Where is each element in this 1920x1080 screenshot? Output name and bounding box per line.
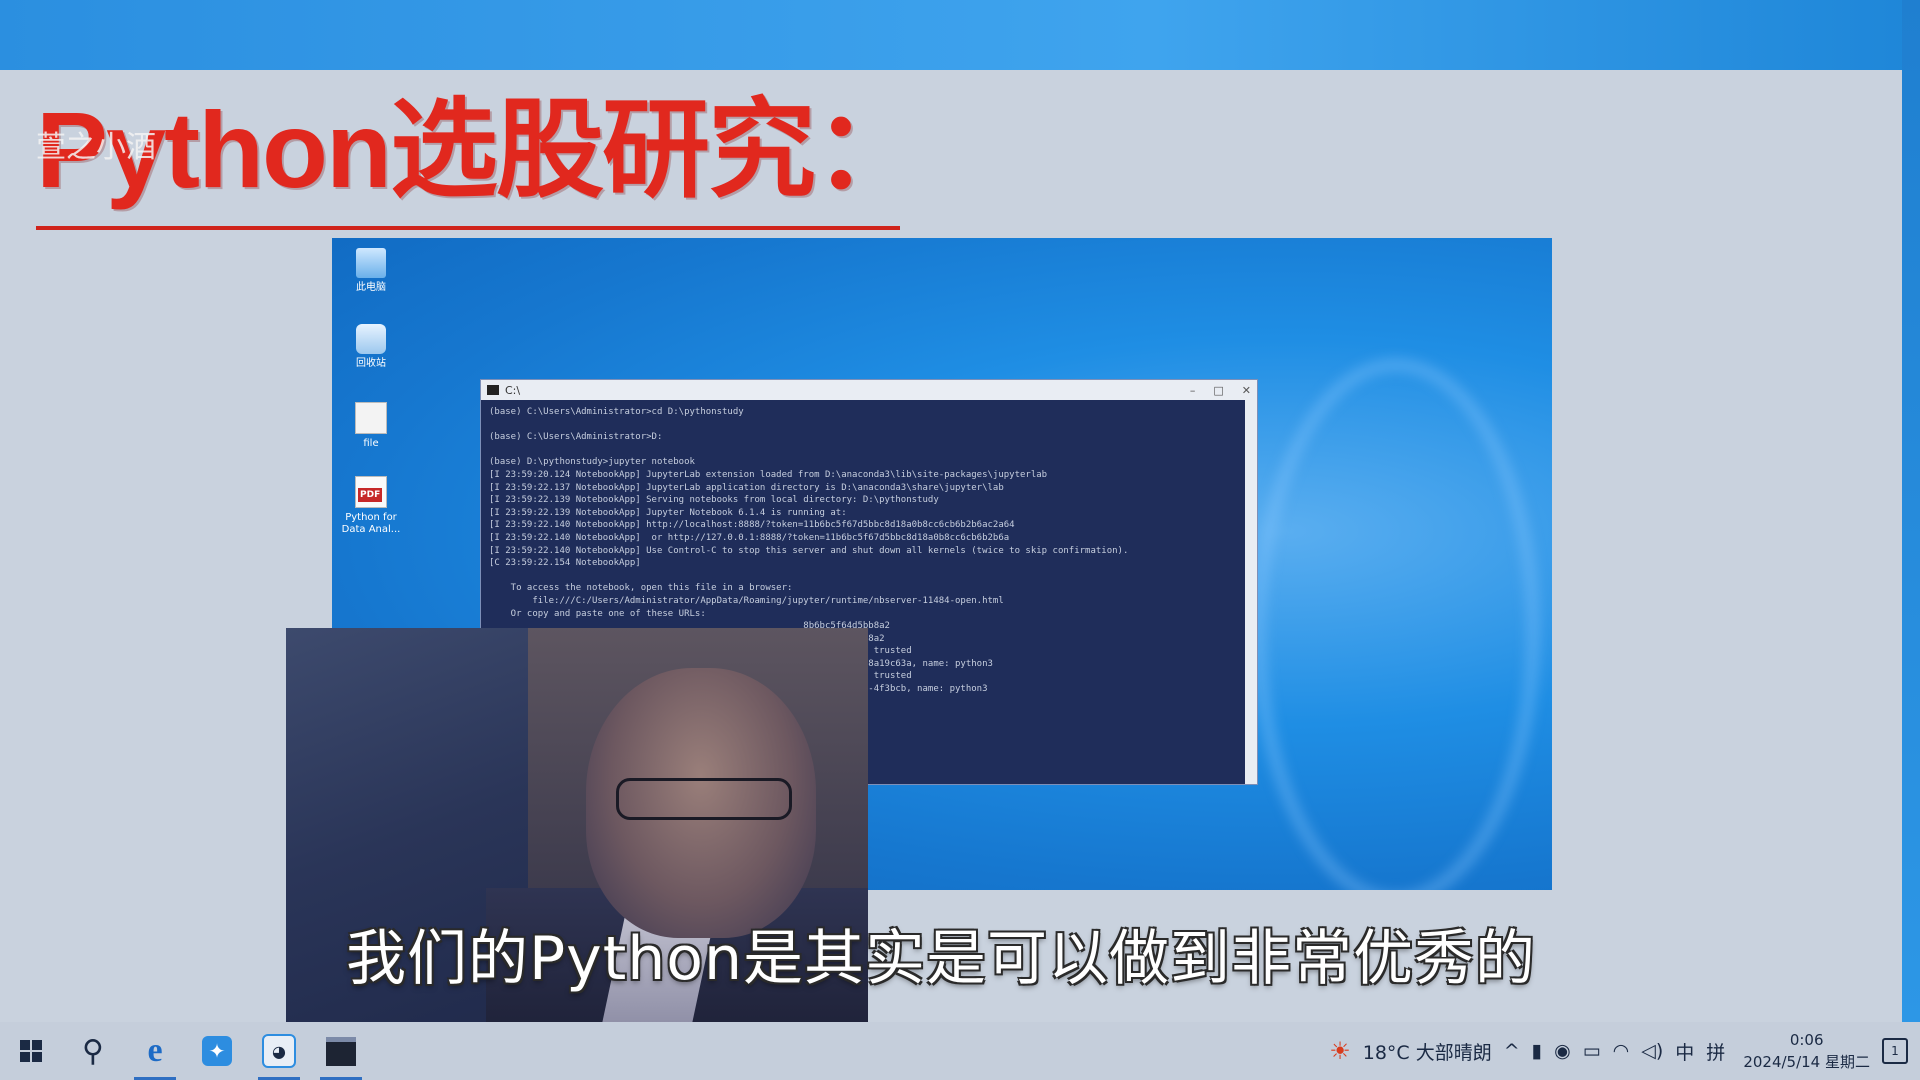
start-button[interactable] [0, 1022, 62, 1080]
wallpaper-glow [1252, 358, 1540, 890]
cmd-line [489, 570, 1249, 583]
cmd-line: (base) C:\Users\Administrator>D: [489, 432, 663, 443]
taskbar-bird-app[interactable]: ✦ [186, 1022, 248, 1080]
terminal-icon [326, 1036, 356, 1066]
ime-mode[interactable]: 拼 [1706, 1038, 1725, 1065]
cmd-line: [I 23:59:22.140 NotebookApp] or http://1… [489, 532, 1010, 543]
document-icon [355, 402, 387, 434]
presenter-glasses [616, 778, 792, 820]
app-tray-icon[interactable]: ◉ [1554, 1040, 1571, 1062]
minimize-icon[interactable]: – [1190, 384, 1196, 397]
system-tray: ☀ 18°C 大部晴朗 ^ ▮ ◉ ▭ ◠ ◁) 中 拼 0:06 2024/5… [1329, 1022, 1920, 1080]
cmd-title: C:\ [505, 383, 521, 397]
notification-count: 1 [1891, 1044, 1899, 1058]
windows-logo-icon [20, 1040, 42, 1062]
computer-icon [356, 248, 386, 278]
slide-title: Python选股研究： [36, 89, 922, 210]
weather-icon[interactable]: ☀ [1329, 1037, 1351, 1065]
battery-icon[interactable]: ▭ [1583, 1040, 1601, 1062]
clock[interactable]: 0:06 2024/5/14 星期二 [1743, 1029, 1870, 1073]
watermark-logo: 萱之小酒 [36, 131, 156, 164]
taskbar-panda-app[interactable]: ◕ [248, 1022, 310, 1080]
search-button[interactable]: ⚲ [62, 1022, 124, 1080]
outer-desktop-edge [1902, 0, 1920, 1022]
cmd-line: (base) D:\pythonstudy>jupyter notebook [489, 457, 695, 468]
bird-app-icon: ✦ [202, 1036, 232, 1066]
desktop-icon-label: Python for Data Anal... [341, 512, 401, 535]
cmd-line: (base) C:\Users\Administrator>cd D:\pyth… [489, 407, 744, 417]
clock-time: 0:06 [1789, 1031, 1824, 1049]
terminal-icon [487, 385, 499, 395]
taskbar-ie[interactable]: e [124, 1022, 186, 1080]
recycle-bin-icon [356, 324, 386, 354]
desktop-icon-file[interactable]: file [340, 402, 402, 450]
chevron-up-icon[interactable]: ^ [1504, 1040, 1520, 1062]
taskbar: ⚲ e ✦ ◕ ☀ 18°C 大部晴朗 ^ ▮ ◉ ▭ ◠ ◁) 中 拼 0:0… [0, 1022, 1920, 1080]
cmd-line: [I 23:59:22.137 NotebookApp] JupyterLab … [489, 482, 1004, 493]
cmd-line: file:///C:/Users/Administrator/AppData/R… [489, 595, 1004, 606]
pdf-icon: PDF [355, 476, 387, 508]
cmd-line: [I 23:59:22.139 NotebookApp] Jupyter Not… [489, 507, 847, 518]
internet-explorer-icon: e [147, 1032, 163, 1069]
desktop-icon-this-pc[interactable]: 此电脑 [340, 248, 402, 294]
cmd-line: [I 23:59:22.140 NotebookApp] Use Control… [489, 545, 1129, 556]
taskbar-cmd[interactable] [310, 1022, 372, 1080]
clock-date: 2024/5/14 星期二 [1743, 1053, 1870, 1071]
cmd-line [489, 419, 1249, 432]
cmd-line: Or copy and paste one of these URLs: [489, 608, 706, 619]
close-icon[interactable]: ✕ [1242, 384, 1251, 397]
cmd-line: [I 23:59:22.140 NotebookApp] http://loca… [489, 520, 1015, 531]
title-underline [36, 226, 900, 230]
microphone-icon[interactable]: ▮ [1532, 1040, 1542, 1062]
ime-language[interactable]: 中 [1675, 1038, 1694, 1065]
desktop-icon-recycle-bin[interactable]: 回收站 [340, 324, 402, 370]
cmd-line: [C 23:59:22.154 NotebookApp] [489, 558, 641, 569]
desktop-icon-label: 此电脑 [356, 282, 386, 293]
desktop-icon-label: file [363, 438, 379, 449]
outer-desktop-band [0, 0, 1920, 70]
video-subtitle: 我们的Python是其实是可以做到非常优秀的 [346, 924, 1536, 994]
desktop-icon-label: 回收站 [356, 358, 386, 369]
weather-text[interactable]: 18°C 大部晴朗 [1363, 1038, 1492, 1065]
cmd-line: [I 23:59:22.139 NotebookApp] Serving not… [489, 495, 939, 506]
desktop-icon-pdf[interactable]: PDF Python for Data Anal... [340, 476, 402, 536]
volume-icon[interactable]: ◁) [1641, 1040, 1663, 1062]
notification-icon[interactable]: 1 [1882, 1038, 1908, 1064]
wifi-icon[interactable]: ◠ [1613, 1040, 1630, 1062]
cmd-scrollbar[interactable] [1245, 400, 1257, 784]
cmd-line [489, 444, 1249, 457]
cmd-line: [I 23:59:20.124 NotebookApp] JupyterLab … [489, 469, 1048, 480]
cmd-titlebar[interactable]: C:\ – □ ✕ [481, 380, 1257, 400]
search-icon: ⚲ [82, 1033, 104, 1069]
maximize-icon[interactable]: □ [1213, 384, 1223, 397]
panda-app-icon: ◕ [262, 1034, 296, 1068]
cmd-line: To access the notebook, open this file i… [489, 583, 793, 594]
